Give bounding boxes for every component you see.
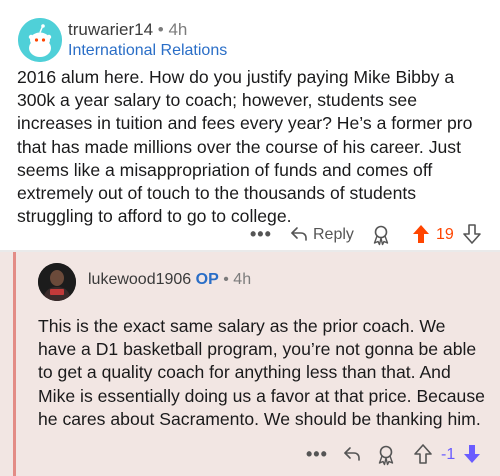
more-options-button[interactable]: ••• [306,444,328,465]
downvote-icon[interactable] [463,444,481,464]
comment-actions: ••• Reply 19 [0,220,500,250]
avatar[interactable] [38,263,76,301]
op-badge: OP [195,271,219,288]
avatar[interactable] [18,18,62,62]
award-icon[interactable] [376,444,396,466]
author-username[interactable]: truwarier14 [68,20,153,39]
reply-button[interactable]: Reply [313,226,354,244]
user-flair: International Relations [68,42,228,59]
reply-body: This is the exact same salary as the pri… [38,316,485,429]
vote-score: -1 [441,446,456,463]
reply-icon[interactable] [343,446,361,462]
comment-body: 2016 alum here. How do you justify payin… [17,67,473,227]
author-username[interactable]: lukewood1906 [88,271,191,288]
timestamp: 4h [233,271,252,288]
more-options-button[interactable]: ••• [250,224,272,245]
reply-actions: ••• -1 [0,440,500,470]
downvote-icon[interactable] [463,224,481,244]
meta-separator: • [223,271,229,288]
award-icon[interactable] [371,224,391,246]
meta-separator: • [157,20,164,39]
reply-icon[interactable] [290,226,308,242]
reply-meta: lukewood1906 OP • 4h [88,271,251,289]
comment-meta: truwarier14 • 4h [68,20,187,40]
upvote-icon[interactable] [412,224,430,244]
vote-score: 19 [436,226,454,243]
snoo-avatar-icon [18,18,62,62]
user-photo-icon [38,263,76,301]
upvote-icon[interactable] [414,444,432,464]
timestamp: 4h [168,20,188,39]
